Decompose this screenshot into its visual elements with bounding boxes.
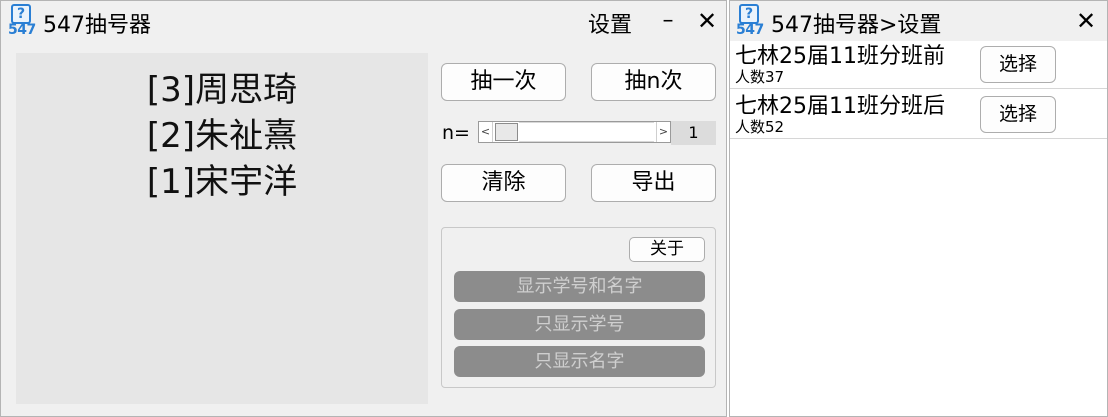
title-bar: ? 547 547抽号器 设置 – ✕	[1, 1, 726, 41]
result-list: [3]周思琦 [2]朱祉熹 [1]宋宇洋	[16, 67, 428, 205]
list-item: 七林25届11班分班前 人数37 选择	[730, 41, 1107, 89]
settings-window: ? 547 547抽号器>设置 ✕ 七林25届11班分班前 人数37 选择 七林…	[729, 0, 1108, 417]
draw-once-button[interactable]: 抽一次	[441, 63, 566, 101]
app-icon-number: 547	[8, 22, 36, 38]
app-icon-number: 547	[736, 22, 764, 38]
n-value-display: 1	[671, 121, 716, 145]
slider-thumb[interactable]	[495, 123, 518, 141]
result-item: [2]朱祉熹	[146, 116, 298, 156]
class-name: 七林25届11班分班后	[735, 94, 945, 119]
window-title: 547抽号器	[43, 13, 151, 38]
question-mark-icon: ?	[739, 4, 759, 24]
slider-track[interactable]	[519, 122, 654, 142]
show-id-and-name-button[interactable]: 显示学号和名字	[454, 271, 705, 302]
close-icon[interactable]: ✕	[1070, 5, 1102, 37]
class-list: 七林25届11班分班前 人数37 选择 七林25届11班分班后 人数52 选择	[730, 41, 1107, 416]
n-slider[interactable]: < >	[478, 121, 671, 143]
display-options-group: 关于 显示学号和名字 只显示学号 只显示名字	[441, 227, 716, 388]
list-item: 七林25届11班分班后 人数52 选择	[730, 91, 1107, 139]
main-window: ? 547 547抽号器 设置 – ✕ [3]周思琦 [2]朱祉熹 [1]宋宇洋…	[0, 0, 727, 417]
export-button[interactable]: 导出	[591, 164, 716, 202]
select-class-button[interactable]: 选择	[980, 96, 1056, 133]
class-count: 人数37	[735, 68, 785, 86]
question-mark-icon: ?	[11, 4, 31, 24]
slider-right-arrow-icon[interactable]: >	[656, 122, 670, 142]
clear-button[interactable]: 清除	[441, 164, 566, 202]
app-icon: ? 547	[735, 4, 765, 38]
app-icon: ? 547	[7, 4, 37, 38]
close-icon[interactable]: ✕	[691, 5, 723, 37]
show-name-only-button[interactable]: 只显示名字	[454, 346, 705, 377]
slider-left-arrow-icon[interactable]: <	[479, 122, 493, 142]
result-panel: [3]周思琦 [2]朱祉熹 [1]宋宇洋	[16, 53, 428, 404]
settings-link[interactable]: 设置	[588, 7, 632, 39]
class-name: 七林25届11班分班前	[735, 44, 945, 69]
n-label: n=	[442, 122, 470, 144]
result-item: [3]周思琦	[146, 70, 298, 110]
show-id-only-button[interactable]: 只显示学号	[454, 309, 705, 340]
settings-window-title: 547抽号器>设置	[771, 13, 942, 38]
draw-n-button[interactable]: 抽n次	[591, 63, 716, 101]
select-class-button[interactable]: 选择	[980, 46, 1056, 83]
class-count: 人数52	[735, 118, 785, 136]
settings-title-bar: ? 547 547抽号器>设置 ✕	[730, 1, 1107, 41]
result-item: [1]宋宇洋	[146, 162, 298, 202]
minimize-icon[interactable]: –	[653, 5, 683, 37]
about-button[interactable]: 关于	[629, 237, 705, 262]
